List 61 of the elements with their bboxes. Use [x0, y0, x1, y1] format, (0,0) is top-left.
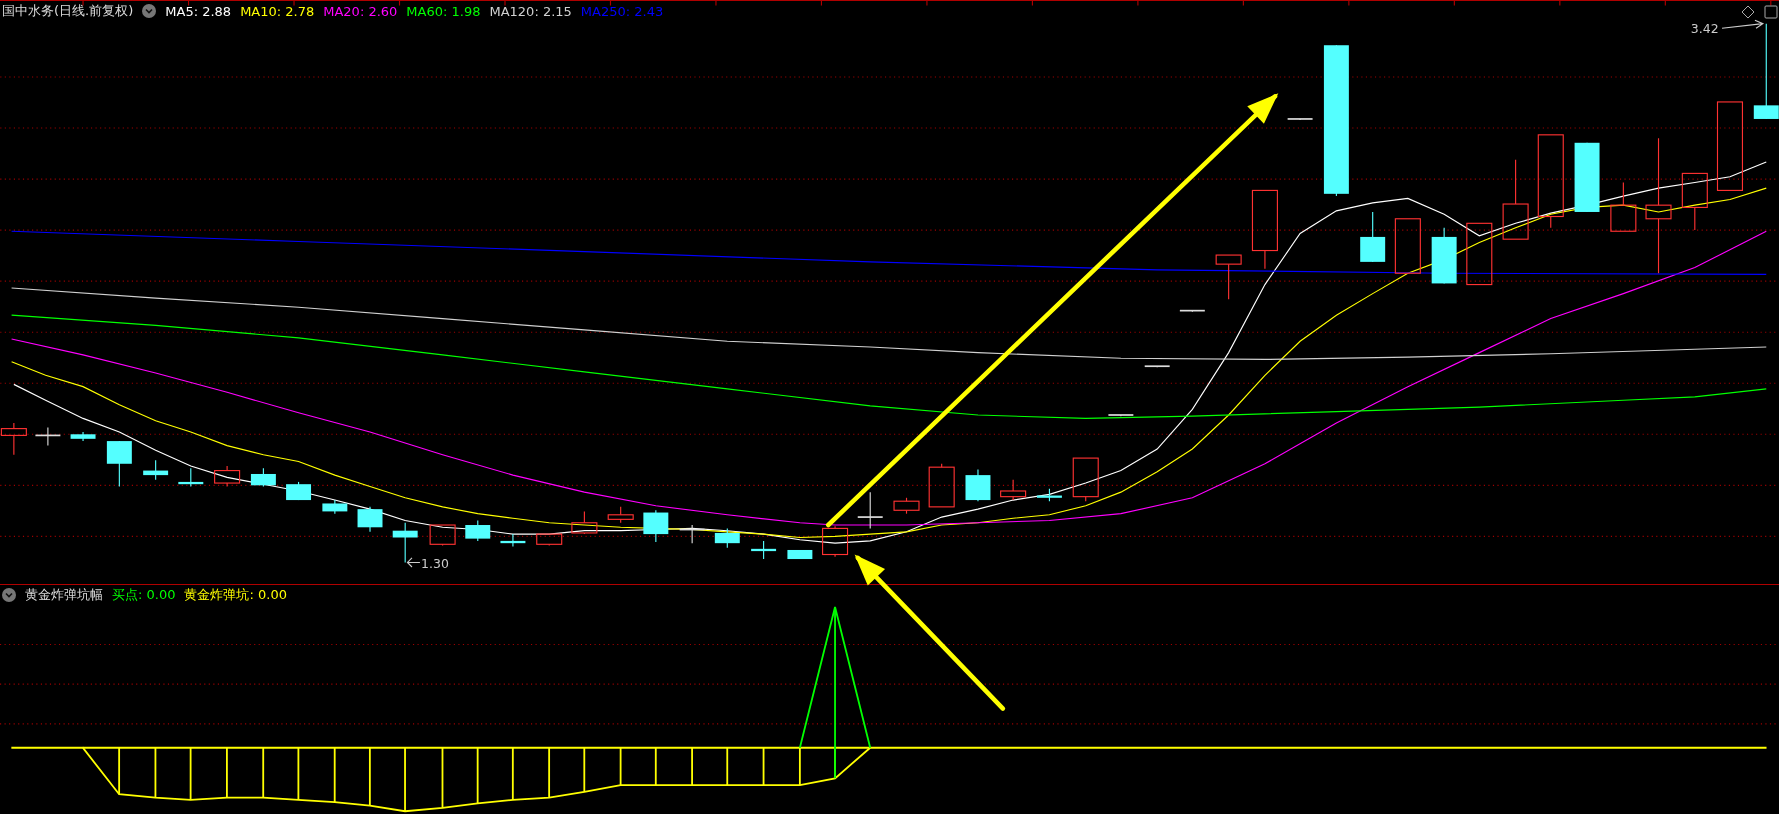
candlestick: [1000, 479, 1027, 501]
candlestick: [1286, 118, 1314, 121]
high-price-label: 3.42: [1690, 20, 1719, 36]
dropdown-icon[interactable]: [2, 588, 16, 602]
candlestick: [1036, 488, 1062, 502]
candlestick: [322, 499, 348, 515]
candlestick: [357, 506, 383, 533]
arrow-icon: [406, 557, 421, 568]
candlestick: [1107, 414, 1135, 417]
candlestick: [1215, 254, 1242, 300]
candlestick: [1360, 211, 1386, 263]
candlestick: [714, 527, 740, 549]
candlestick: [1681, 172, 1708, 231]
candlestick: [1072, 457, 1099, 502]
low-price-label: 1.30: [421, 556, 449, 572]
candlestick: [214, 465, 241, 488]
candlestick: [465, 519, 491, 542]
indicator-value: MA120: 2.15: [489, 3, 572, 19]
indicator-value: 买点: 0.00: [112, 586, 176, 604]
dropdown-icon[interactable]: [142, 4, 157, 18]
candlestick: [751, 540, 777, 560]
candlestick: [1143, 365, 1171, 368]
candlestick: [1574, 142, 1600, 213]
diamond-icon[interactable]: [1741, 5, 1755, 19]
candlestick: [1610, 181, 1637, 232]
candlestick: [571, 510, 598, 535]
candlestick: [392, 522, 418, 563]
candlestick: [0, 422, 27, 456]
candlestick: [34, 426, 62, 447]
indicator-value: MA5: 2.88: [165, 3, 232, 19]
candlestick: [143, 459, 169, 481]
candlestick: [1179, 309, 1206, 313]
indicator-value: 黄金炸弹坑: 0.00: [184, 586, 287, 604]
candlestick: [787, 549, 813, 560]
candlestick: [536, 533, 563, 546]
candlestick: [678, 524, 706, 544]
candlestick: [643, 509, 669, 543]
candlestick: [822, 525, 849, 558]
candlestick: [106, 440, 132, 488]
square-icon[interactable]: [1764, 5, 1778, 19]
indicator-value: MA10: 2.78: [240, 3, 315, 19]
candlestick: [893, 497, 920, 515]
indicator-value: MA60: 1.98: [406, 3, 481, 19]
arrow-icon: [1721, 19, 1765, 29]
candlestick: [1431, 227, 1457, 284]
candlestick: [178, 467, 204, 488]
candlestick: [250, 467, 276, 488]
candlestick: [429, 524, 456, 546]
candlestick: [1394, 218, 1421, 274]
candlestick: [500, 533, 526, 548]
indicator-value: MA250: 2.43: [580, 3, 664, 19]
indicator-value: MA20: 2.60: [323, 3, 398, 19]
stock-title: 国中水务(日线.前复权): [2, 2, 134, 20]
candlestick: [286, 481, 312, 501]
indicator-title: 黄金炸弹坑幅: [25, 586, 103, 604]
candlestick: [928, 463, 955, 508]
candlestick: [856, 491, 884, 529]
candlestick: [1466, 222, 1493, 286]
candlestick: [607, 506, 634, 524]
candlestick: [965, 468, 991, 502]
candlestick: [70, 431, 96, 442]
